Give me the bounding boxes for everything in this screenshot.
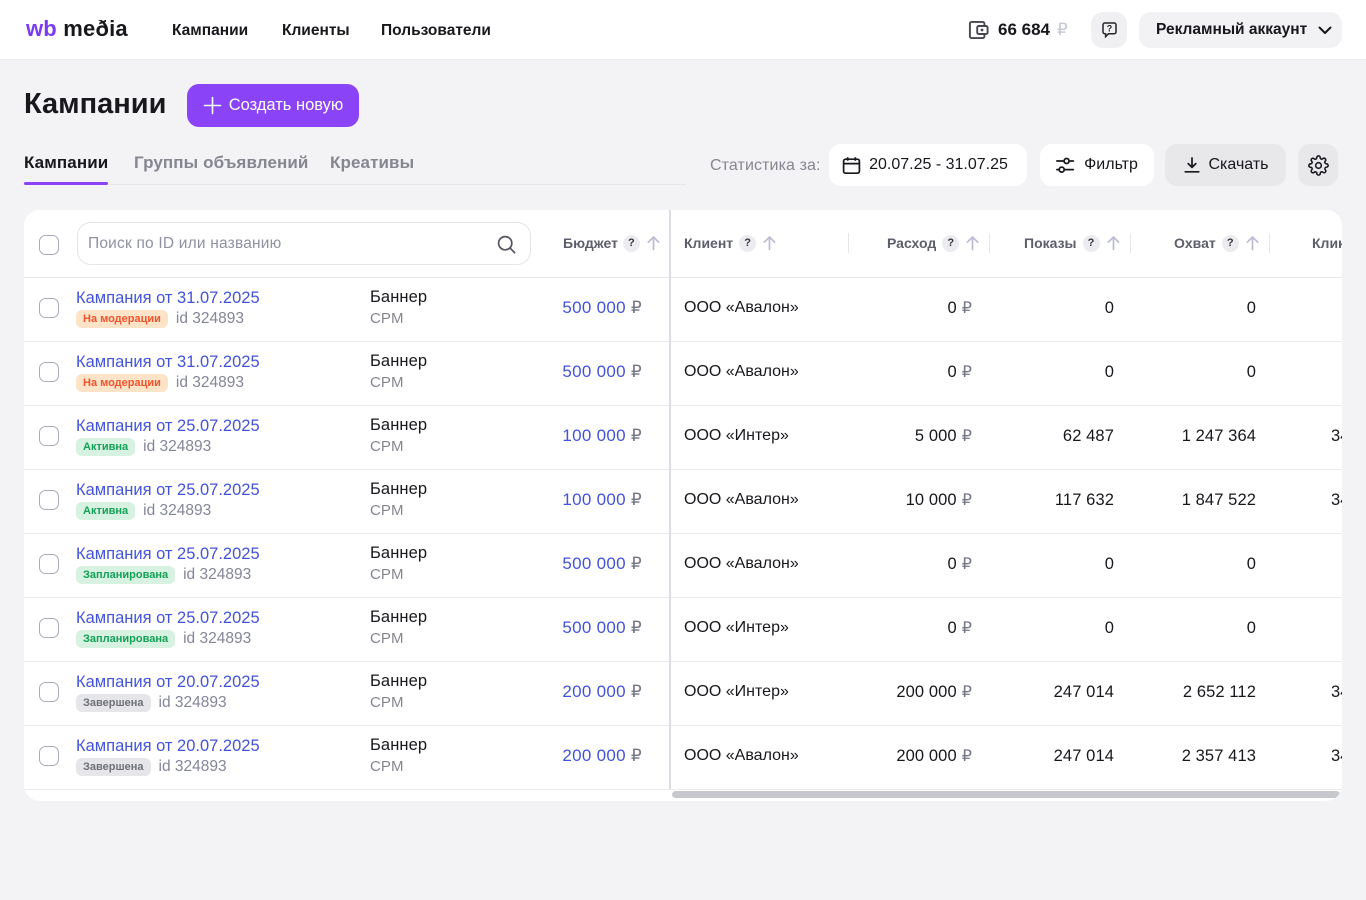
svg-text:?: ? bbox=[1106, 23, 1112, 33]
